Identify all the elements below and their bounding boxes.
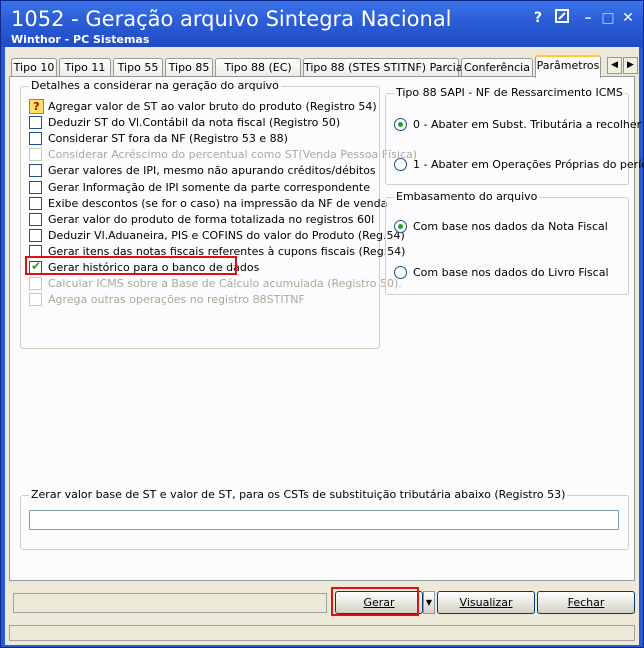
fechar-button-label: Fechar [567,596,605,609]
embasamento-group-title: Embasamento do arquivo [394,190,540,203]
sapi-group-title: Tipo 88 SAPI - NF de Ressarcimento ICMS [394,86,625,99]
embasamento-option-nota-label: Com base nos dados da Nota Fiscal [413,220,608,233]
details-option-5-label: Gerar Informação de IPI somente da parte… [48,180,370,194]
details-option-3-checkbox [29,148,42,162]
status-bar [9,625,635,641]
sapi-option-0-label: 0 - Abater em Subst. Tributária a recolh… [413,118,642,131]
help-icon[interactable]: ? [529,9,547,27]
application-window: 1052 - Geração arquivo Sintegra Nacional… [0,0,644,648]
gerar-button-highlight [331,587,419,616]
details-option-7-label: Gerar valor do produto de forma totaliza… [48,212,375,226]
details-group-title: Detalhes a considerar na geração do arqu… [29,79,281,92]
embasamento-option-nota-radio[interactable] [394,220,407,233]
details-group: Detalhes a considerar na geração do arqu… [20,79,417,349]
sapi-option-1-label: 1 - Abater em Operações Próprias do perí… [413,158,644,171]
tab-tipo-11[interactable]: Tipo 11 [59,58,111,77]
embasamento-option-livro-radio[interactable] [394,266,407,279]
details-option-1-label: Deduzir ST do Vl.Contábil da nota fiscal… [48,116,341,130]
details-option-0-label: Agregar valor de ST ao valor bruto do pr… [48,100,377,113]
visualizar-button-label: Visualizar [459,596,513,609]
progress-field [13,593,327,613]
tab-strip: Tipo 10 Tipo 11 Tipo 55 Tipo 85 Tipo 88 … [9,55,638,78]
details-option-4-checkbox[interactable] [29,164,42,178]
details-option-7-checkbox[interactable] [29,212,42,226]
sapi-option-1-radio[interactable] [394,158,407,171]
tab-scroll-right-icon[interactable]: ▶ [623,57,638,74]
tab-tipo-55[interactable]: Tipo 55 [113,58,163,77]
selected-option-highlight [25,256,237,275]
window-subtitle: Winthor - PC Sistemas [11,33,150,46]
visualizar-button[interactable]: Visualizar [437,591,535,614]
maximize-icon[interactable]: □ [599,9,617,27]
title-bar: 1052 - Geração arquivo Sintegra Nacional… [1,1,643,47]
details-option-12-label: Agrega outras operações no registro 88ST… [48,293,305,307]
tab-parametros[interactable]: Parâmetros [535,55,601,78]
details-option-6-checkbox[interactable] [29,196,42,210]
zerar-st-group-title: Zerar valor base de ST e valor de ST, pa… [29,488,568,501]
fechar-button[interactable]: Fechar [537,591,635,614]
details-option-8-label: Deduzir Vl.Aduaneira, PIS e COFINS do va… [48,228,405,242]
tab-scroll-left-icon[interactable]: ◀ [607,57,622,74]
details-option-3-label: Considerar Acréscimo do percentual como … [48,148,418,162]
context-help-icon[interactable] [553,9,571,27]
details-option-4-label: Gerar valores de IPI, mesmo não apurando… [48,164,376,178]
question-mark-icon[interactable]: ? [29,99,44,114]
bottom-button-bar: Gerar ▼ Visualizar Fechar [9,587,635,619]
tab-tipo-88-stes[interactable]: Tipo 88 (STES STITNF) Parcial [303,58,466,77]
gerar-dropdown-icon[interactable]: ▼ [423,591,435,614]
embasamento-group: Embasamento do arquivo Com base nos dado… [385,190,629,295]
details-option-6-label: Exibe descontos (se for o caso) na impre… [48,196,388,210]
details-option-11-checkbox [29,277,42,291]
details-option-2-label: Considerar ST fora da NF (Registro 53 e … [48,132,288,146]
details-option-2-checkbox[interactable] [29,132,42,146]
embasamento-option-livro-label: Com base nos dados do Livro Fiscal [413,266,609,279]
zerar-st-group: Zerar valor base de ST e valor de ST, pa… [20,488,629,550]
tab-page-parametros: Detalhes a considerar na geração do arqu… [9,76,644,581]
details-option-1-checkbox[interactable] [29,116,42,130]
details-option-8-checkbox[interactable] [29,228,42,242]
details-option-12-checkbox [29,293,42,307]
tab-conferencia[interactable]: Conferência [461,58,533,77]
close-icon[interactable]: ✕ [619,9,637,27]
details-option-11-label: Calcular ICMS sobre a Base de Cálculo ac… [48,277,402,291]
minimize-icon[interactable]: – [579,9,597,27]
sapi-group: Tipo 88 SAPI - NF de Ressarcimento ICMS … [385,86,644,185]
sapi-option-0-radio[interactable] [394,118,407,131]
tab-tipo-10[interactable]: Tipo 10 [11,58,57,77]
tab-tipo-85[interactable]: Tipo 85 [165,58,213,77]
details-option-5-checkbox[interactable] [29,180,42,194]
window-client-area: Tipo 10 Tipo 11 Tipo 55 Tipo 85 Tipo 88 … [5,47,644,645]
cst-input[interactable] [29,510,619,530]
window-title: 1052 - Geração arquivo Sintegra Nacional [11,7,452,31]
tab-tipo-88-ec[interactable]: Tipo 88 (EC) [215,58,301,77]
